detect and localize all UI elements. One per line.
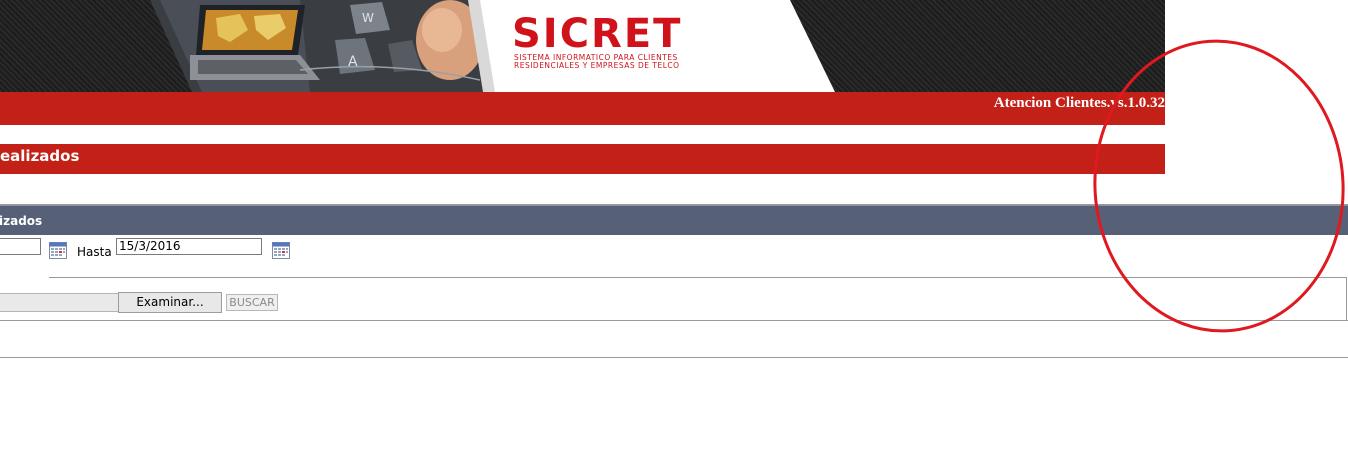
red-ellipse-annotation xyxy=(1093,39,1345,333)
